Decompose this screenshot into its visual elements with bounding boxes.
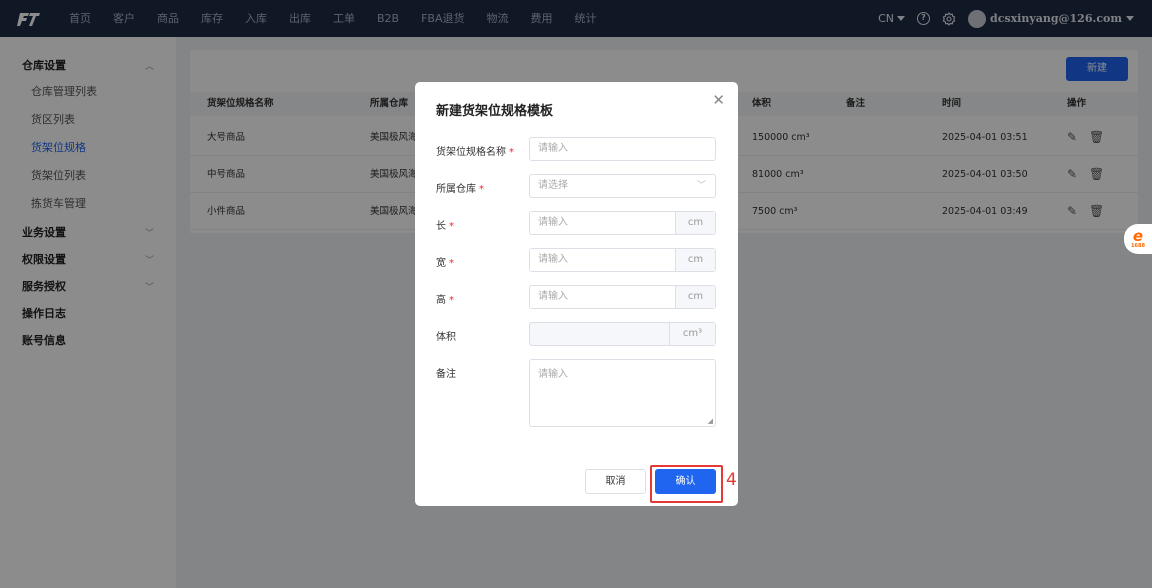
- required-mark: *: [449, 258, 454, 269]
- annotation-step-number: 4: [726, 470, 737, 490]
- warehouse-label: 所属仓库 *: [436, 184, 484, 195]
- remark-label: 备注: [436, 369, 456, 380]
- width-placeholder: 请输入: [538, 254, 568, 265]
- required-mark: *: [479, 184, 484, 195]
- resize-handle-icon[interactable]: ◢: [708, 417, 713, 425]
- width-input[interactable]: 请输入 cm: [529, 248, 716, 272]
- cancel-button[interactable]: 取消: [585, 469, 646, 494]
- chevron-down-icon: ﹀: [696, 181, 706, 191]
- height-input[interactable]: 请输入 cm: [529, 285, 716, 309]
- remark-textarea[interactable]: 请输入 ◢: [529, 359, 716, 427]
- spec-name-input[interactable]: 请输入: [529, 137, 716, 161]
- required-mark: *: [509, 147, 514, 158]
- height-label: 高 *: [436, 295, 454, 306]
- length-label: 长 *: [436, 221, 454, 232]
- required-mark: *: [449, 295, 454, 306]
- length-input[interactable]: 请输入 cm: [529, 211, 716, 235]
- volume-input: cm³: [529, 322, 716, 346]
- required-mark: *: [449, 221, 454, 232]
- new-shelf-spec-dialog: 新建货架位规格模板 ✕ 货架位规格名称 * 请输入 所属仓库 * 请选择 ﹀ 长 * …: [415, 82, 738, 506]
- length-placeholder: 请输入: [538, 217, 568, 228]
- unit-cm: cm: [675, 212, 715, 234]
- dialog-title: 新建货架位规格模板: [436, 104, 554, 119]
- unit-cm: cm: [675, 249, 715, 271]
- height-placeholder: 请输入: [538, 291, 568, 302]
- close-icon[interactable]: ✕: [712, 91, 725, 109]
- logo-1688-icon: 1688: [1131, 243, 1145, 249]
- unit-cm: cm: [675, 286, 715, 308]
- volume-label: 体积: [436, 332, 456, 343]
- annotation-highlight-box: [650, 465, 723, 503]
- width-label: 宽 *: [436, 258, 454, 269]
- e-logo-icon: e: [1132, 227, 1144, 245]
- name-label: 货架位规格名称 *: [436, 147, 514, 158]
- unit-cm3: cm³: [669, 323, 715, 345]
- remark-placeholder: 请输入: [538, 369, 568, 380]
- float-1688-badge[interactable]: e 1688: [1124, 224, 1152, 254]
- warehouse-select[interactable]: 请选择 ﹀: [529, 174, 716, 198]
- warehouse-placeholder: 请选择: [538, 180, 568, 191]
